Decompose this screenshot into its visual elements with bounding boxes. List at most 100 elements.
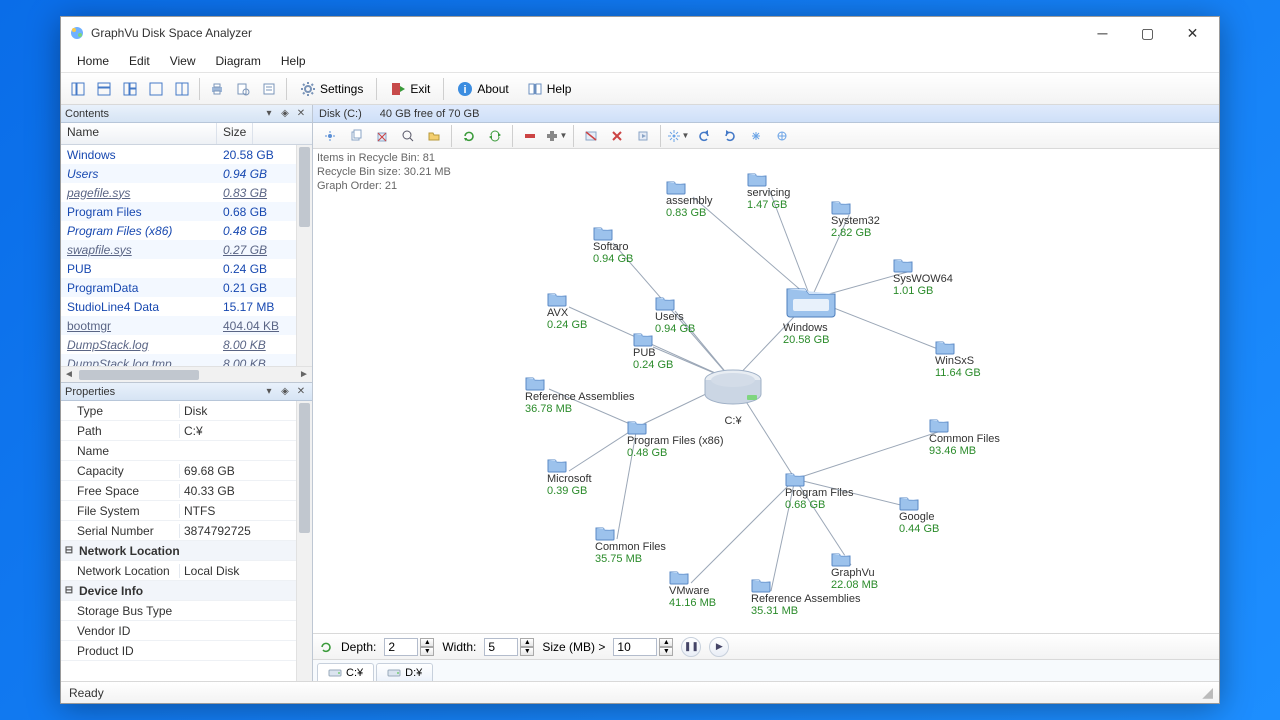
contents-dropdown-icon[interactable]: ▾ xyxy=(262,107,276,121)
depth-step-down[interactable]: ▼ xyxy=(420,647,434,656)
table-row[interactable]: Program Files (x86)0.48 GB xyxy=(61,221,312,240)
property-row[interactable]: TypeDisk xyxy=(61,401,312,421)
contents-scrollbar-h[interactable]: ◄► xyxy=(61,366,312,382)
size-step-up[interactable]: ▲ xyxy=(659,638,673,647)
left-column: Contents ▾ ◈ ✕ Name Size Windows20.58 GB… xyxy=(61,105,313,681)
properties-dropdown-icon[interactable]: ▾ xyxy=(262,385,276,399)
width-label: Width: xyxy=(442,640,476,654)
tool-refresh-all-icon[interactable] xyxy=(483,124,507,148)
close-button[interactable]: ✕ xyxy=(1170,19,1215,47)
exit-button[interactable]: Exit xyxy=(381,77,439,101)
tool-delete-icon[interactable] xyxy=(370,124,394,148)
layout-5-button[interactable] xyxy=(170,77,194,101)
layout-4-button[interactable] xyxy=(144,77,168,101)
properties-grid[interactable]: TypeDiskPathC:¥NameCapacity69.68 GBFree … xyxy=(61,401,312,681)
contents-scrollbar-v[interactable] xyxy=(296,145,312,366)
diagram-canvas[interactable]: Items in Recycle Bin: 81 Recycle Bin siz… xyxy=(313,149,1219,633)
tool-remove-icon[interactable] xyxy=(605,124,629,148)
size-label: Size (MB) > xyxy=(542,640,605,654)
property-row[interactable]: PathC:¥ xyxy=(61,421,312,441)
property-row[interactable]: Storage Bus Type xyxy=(61,601,312,621)
property-row[interactable]: Vendor ID xyxy=(61,621,312,641)
property-row[interactable]: Name xyxy=(61,441,312,461)
tool-refresh-icon[interactable] xyxy=(457,124,481,148)
layout-1-button[interactable] xyxy=(66,77,90,101)
tool-undo-icon[interactable] xyxy=(692,124,716,148)
table-row[interactable]: Users0.94 GB xyxy=(61,164,312,183)
tool-zoom-in-icon[interactable] xyxy=(744,124,768,148)
col-name[interactable]: Name xyxy=(61,123,217,144)
tool-layout-icon[interactable]: ▼ xyxy=(666,124,690,148)
tool-restore-icon[interactable] xyxy=(631,124,655,148)
book-icon xyxy=(527,81,543,97)
depth-input[interactable] xyxy=(384,638,418,656)
tool-open-icon[interactable] xyxy=(422,124,446,148)
tool-copy-icon[interactable] xyxy=(344,124,368,148)
property-row[interactable]: Capacity69.68 GB xyxy=(61,461,312,481)
contents-table[interactable]: Windows20.58 GBUsers0.94 GBpagefile.sys0… xyxy=(61,145,312,366)
table-row[interactable]: Program Files0.68 GB xyxy=(61,202,312,221)
property-row[interactable]: Product ID xyxy=(61,641,312,661)
property-row[interactable]: Serial Number3874792725 xyxy=(61,521,312,541)
help-button[interactable]: Help xyxy=(518,77,581,101)
size-input[interactable] xyxy=(613,638,657,656)
property-row[interactable]: Network LocationLocal Disk xyxy=(61,561,312,581)
table-row[interactable]: StudioLine4 Data15.17 MB xyxy=(61,297,312,316)
menu-edit[interactable]: Edit xyxy=(119,52,160,70)
menu-help[interactable]: Help xyxy=(271,52,316,70)
layout-2-button[interactable] xyxy=(92,77,116,101)
disk-free: 40 GB free of 70 GB xyxy=(380,108,480,120)
print-button[interactable] xyxy=(205,77,229,101)
properties-pin-icon[interactable]: ◈ xyxy=(278,385,292,399)
properties-scrollbar-v[interactable] xyxy=(296,401,312,681)
depth-step-up[interactable]: ▲ xyxy=(420,638,434,647)
table-row[interactable]: PUB0.24 GB xyxy=(61,259,312,278)
tool-find-icon[interactable] xyxy=(396,124,420,148)
svg-text:i: i xyxy=(464,84,467,96)
menu-diagram[interactable]: Diagram xyxy=(206,52,271,70)
about-button[interactable]: iAbout xyxy=(448,77,517,101)
table-row[interactable]: DumpStack.log8.00 KB xyxy=(61,335,312,354)
properties-close-icon[interactable]: ✕ xyxy=(294,385,308,399)
size-step-down[interactable]: ▼ xyxy=(659,647,673,656)
refresh-diagram-icon[interactable] xyxy=(319,640,333,654)
table-row[interactable]: ProgramData0.21 GB xyxy=(61,278,312,297)
property-row[interactable]: Free Space40.33 GB xyxy=(61,481,312,501)
minimize-button[interactable]: ─ xyxy=(1080,19,1125,47)
drive-tab-c[interactable]: C:¥ xyxy=(317,663,374,681)
table-row[interactable]: Windows20.58 GB xyxy=(61,145,312,164)
property-group[interactable]: ⊟Device Info xyxy=(61,581,312,601)
diagram-bottom-controls: Depth: ▲▼ Width: ▲▼ Size (MB) > ▲▼ ❚❚ ▶ xyxy=(313,633,1219,659)
property-group[interactable]: ⊟Network Location xyxy=(61,541,312,561)
menu-home[interactable]: Home xyxy=(67,52,119,70)
layout-3-button[interactable] xyxy=(118,77,142,101)
table-row[interactable]: DumpStack.log.tmp8.00 KB xyxy=(61,354,312,366)
property-row[interactable]: File SystemNTFS xyxy=(61,501,312,521)
print-preview-button[interactable] xyxy=(231,77,255,101)
col-size[interactable]: Size xyxy=(217,123,253,144)
table-row[interactable]: bootmgr404.04 KB xyxy=(61,316,312,335)
maximize-button[interactable]: ▢ xyxy=(1125,19,1170,47)
pause-button[interactable]: ❚❚ xyxy=(681,637,701,657)
play-button[interactable]: ▶ xyxy=(709,637,729,657)
table-row[interactable]: swapfile.sys0.27 GB xyxy=(61,240,312,259)
tool-zoom-out-icon[interactable] xyxy=(770,124,794,148)
tool-configure-icon[interactable] xyxy=(318,124,342,148)
contents-close-icon[interactable]: ✕ xyxy=(294,107,308,121)
drive-tab-d[interactable]: D:¥ xyxy=(376,663,433,681)
tool-redo-icon[interactable] xyxy=(718,124,742,148)
settings-button[interactable]: Settings xyxy=(291,77,372,101)
print-setup-button[interactable] xyxy=(257,77,281,101)
gear-icon xyxy=(300,81,316,97)
width-step-down[interactable]: ▼ xyxy=(520,647,534,656)
tool-expand-icon[interactable]: ▼ xyxy=(544,124,568,148)
width-input[interactable] xyxy=(484,638,518,656)
resize-grip-icon[interactable]: ◢ xyxy=(1202,684,1211,701)
main-toolbar: Settings Exit iAbout Help xyxy=(61,73,1219,105)
tool-hide-icon[interactable] xyxy=(579,124,603,148)
menu-view[interactable]: View xyxy=(160,52,206,70)
table-row[interactable]: pagefile.sys0.83 GB xyxy=(61,183,312,202)
contents-pin-icon[interactable]: ◈ xyxy=(278,107,292,121)
width-step-up[interactable]: ▲ xyxy=(520,638,534,647)
tool-collapse-icon[interactable] xyxy=(518,124,542,148)
